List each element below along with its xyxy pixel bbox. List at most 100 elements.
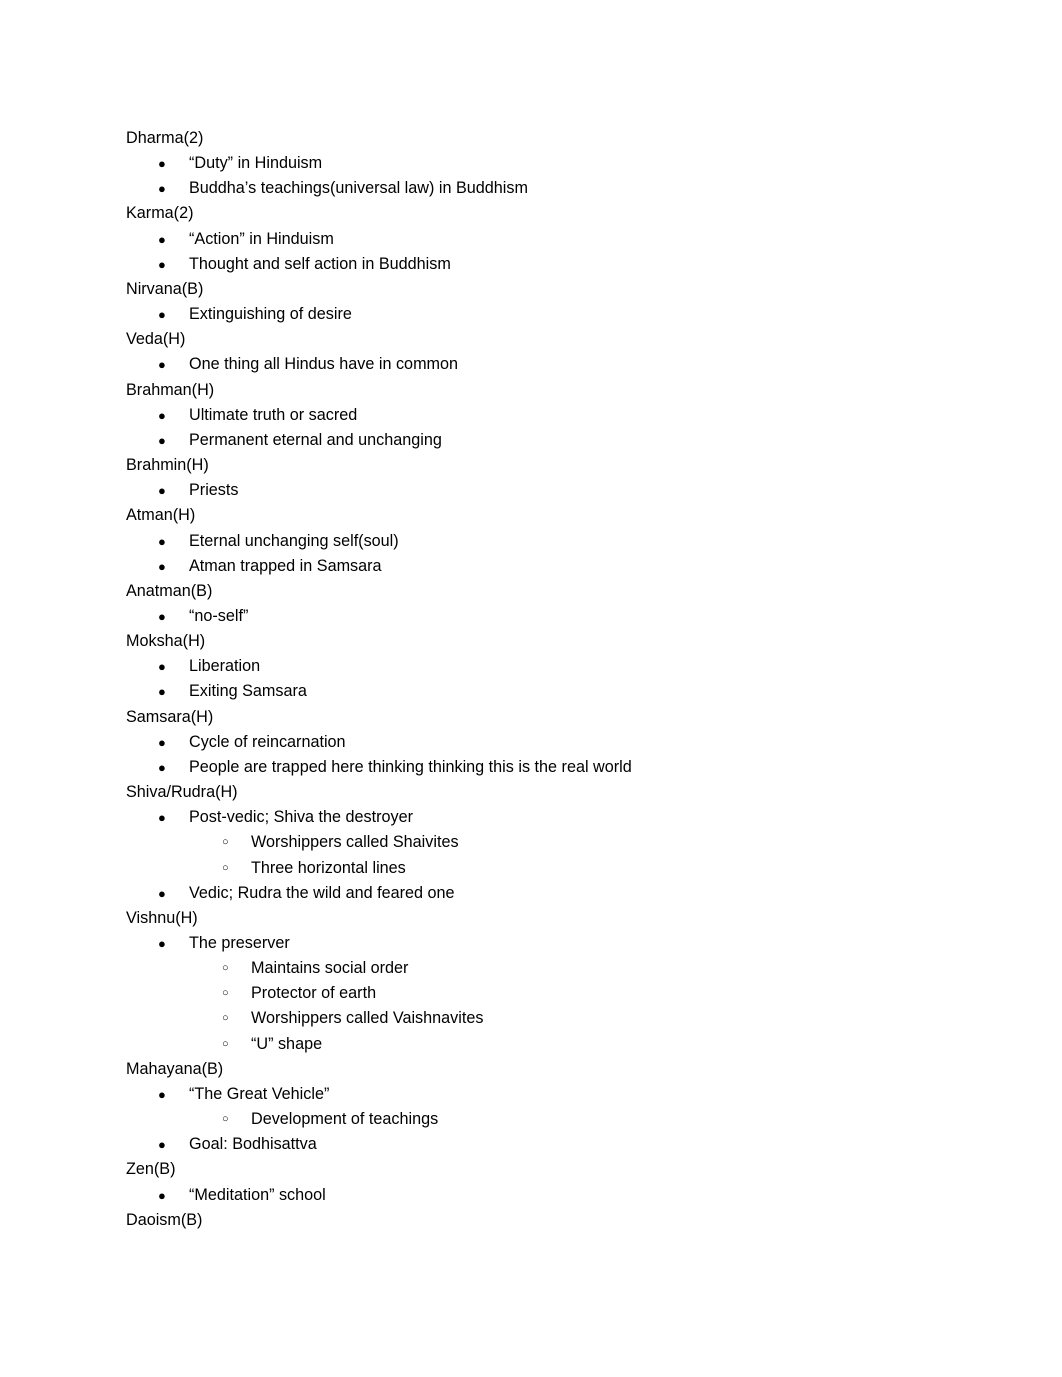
list-item-label: “no-self”: [189, 606, 249, 625]
sub-list-item-label: Protector of earth: [251, 984, 377, 1003]
term-heading: Zen(B): [126, 1160, 176, 1179]
list-item: ● Vedic; Rudra the wild and feared one: [126, 881, 966, 906]
outline-entry: Veda(H) ● One thing all Hindus have in com…: [126, 327, 966, 377]
disc-bullet-icon: ●: [158, 684, 166, 700]
list-item: ● Thought and self action in Buddhism: [126, 252, 966, 277]
sub-list-item: ○ Worshippers called Shaivites: [189, 830, 966, 855]
list-item: ● Post-vedic; Shiva the destroyer ○ Worship…: [126, 805, 966, 880]
outline-entry: Zen(B) ● “Meditation” school: [126, 1157, 966, 1207]
outline-entry: Anatman(B) ● “no-self”: [126, 579, 966, 629]
term-heading: Moksha(H): [126, 632, 206, 651]
list-item-label: Liberation: [189, 657, 261, 676]
disc-bullet-icon: ●: [158, 231, 166, 247]
notes-outline: Dharma(2) ● “Duty” in Hinduism ● Buddha’s te…: [126, 126, 966, 1233]
disc-bullet-icon: ●: [158, 936, 166, 951]
disc-bullet-icon: ●: [158, 1137, 166, 1153]
outline-entry: Karma(2) ● “Action” in Hinduism ● Thought an…: [126, 201, 966, 276]
term-heading: Nirvana(B): [126, 279, 204, 298]
sub-list-item: ○ Three horizontal lines: [189, 856, 966, 881]
list-item: ● “no-self”: [126, 604, 966, 629]
list-item-label: Post-vedic; Shiva the destroyer: [189, 808, 414, 827]
list-item: ● Eternal unchanging self(soul): [126, 529, 966, 554]
list-item-label: Thought and self action in Buddhism: [189, 254, 451, 273]
outline-entry: Atman(H) ● Eternal unchanging self(soul) ● A…: [126, 503, 966, 578]
sub-list-item-label: Worshippers called Shaivites: [251, 833, 459, 852]
sub-definition-list: ○ Worshippers called Shaivites ○ Three hori…: [189, 830, 966, 880]
definition-list: ● Ultimate truth or sacred ● Permanent eter…: [126, 403, 966, 453]
disc-bullet-icon: ●: [158, 1187, 166, 1203]
disc-bullet-icon: ●: [158, 432, 166, 448]
list-item: ● “Meditation” school: [126, 1183, 966, 1208]
list-item: ● Permanent eternal and unchanging: [126, 428, 966, 453]
disc-bullet-icon: ●: [158, 256, 166, 272]
term-heading: Vishnu(H): [126, 908, 198, 927]
definition-list: ● Liberation ● Exiting Samsara: [126, 654, 966, 704]
list-item-label: Exiting Samsara: [189, 682, 307, 701]
sub-list-item: ○ Maintains social order: [189, 956, 966, 981]
list-item: ● People are trapped here thinking thinki…: [126, 755, 966, 780]
definition-list: ● Extinguishing of desire: [126, 302, 966, 327]
disc-bullet-icon: ●: [158, 181, 166, 197]
list-item: ● Ultimate truth or sacred: [126, 403, 966, 428]
outline-entry: Samsara(H) ● Cycle of reincarnation ● People…: [126, 705, 966, 780]
list-item-label: Extinguishing of desire: [189, 305, 352, 324]
disc-bullet-icon: ●: [158, 659, 166, 675]
list-item: ● Atman trapped in Samsara: [126, 554, 966, 579]
sub-list-item: ○ “U” shape: [189, 1032, 966, 1057]
term-heading: Mahayana(B): [126, 1059, 224, 1078]
outline-entry: Moksha(H) ● Liberation ● Exiting Samsara: [126, 629, 966, 704]
list-item-label: “Duty” in Hinduism: [189, 154, 323, 173]
term-heading: Brahman(H): [126, 380, 215, 399]
list-item: ● Priests: [126, 478, 966, 503]
term-heading: Daoism(B): [126, 1210, 203, 1229]
list-item: ● “Duty” in Hinduism: [126, 151, 966, 176]
term-heading: Samsara(H): [126, 707, 214, 726]
list-item: ● “The Great Vehicle” ○ Development of teac…: [126, 1082, 966, 1132]
disc-bullet-icon: ●: [158, 734, 166, 750]
list-item-label: People are trapped here thinking thinkin…: [189, 757, 632, 776]
definition-list: ● “no-self”: [126, 604, 966, 629]
term-heading: Anatman(B): [126, 581, 213, 600]
circle-bullet-icon: ○: [222, 861, 229, 874]
list-item: ● Cycle of reincarnation: [126, 730, 966, 755]
disc-bullet-icon: ●: [158, 483, 166, 499]
list-item-label: Buddha’s teachings(universal law) in Bud…: [189, 179, 528, 198]
term-heading: Karma(2): [126, 204, 194, 223]
definition-list: ● “Action” in Hinduism ● Thought and self a…: [126, 227, 966, 277]
list-item-label: Permanent eternal and unchanging: [189, 430, 442, 449]
definition-list: ● The preserver ○ Maintains social order ○ Pr…: [126, 931, 966, 1057]
list-item: ● One thing all Hindus have in common: [126, 352, 966, 377]
list-item-label: Vedic; Rudra the wild and feared one: [189, 883, 455, 902]
definition-list: ● Cycle of reincarnation ● People are trapp…: [126, 730, 966, 780]
definition-list: ● Post-vedic; Shiva the destroyer ○ Worship…: [126, 805, 966, 906]
list-item-label: Priests: [189, 481, 239, 500]
definition-list: ● “The Great Vehicle” ○ Development of teac…: [126, 1082, 966, 1157]
disc-bullet-icon: ●: [158, 533, 166, 549]
list-item: ● Liberation: [126, 654, 966, 679]
term-heading: Veda(H): [126, 330, 186, 349]
sub-list-item: ○ Worshippers called Vaishnavites: [189, 1006, 966, 1031]
list-item-label: Atman trapped in Samsara: [189, 556, 382, 575]
term-heading: Atman(H): [126, 506, 196, 525]
disc-bullet-icon: ●: [158, 885, 166, 901]
disc-bullet-icon: ●: [158, 407, 166, 423]
list-item-label: Cycle of reincarnation: [189, 732, 346, 751]
disc-bullet-icon: ●: [158, 558, 166, 574]
sub-definition-list: ○ Maintains social order ○ Protector of ear…: [189, 956, 966, 1057]
disc-bullet-icon: ●: [158, 810, 166, 826]
definition-list: ● One thing all Hindus have in common: [126, 352, 966, 377]
outline-entry: Mahayana(B) ● “The Great Vehicle” ○ Developm…: [126, 1057, 966, 1158]
disc-bullet-icon: ●: [158, 357, 166, 373]
list-item: ● Goal: Bodhisattva: [126, 1132, 966, 1157]
list-item: ● Buddha’s teachings(universal law) in Bu…: [126, 176, 966, 201]
circle-bullet-icon: ○: [222, 1113, 229, 1126]
outline-entry: Nirvana(B) ● Extinguishing of desire: [126, 277, 966, 327]
outline-entry: Daoism(B): [126, 1208, 966, 1233]
circle-bullet-icon: ○: [222, 1012, 229, 1025]
circle-bullet-icon: ○: [222, 962, 229, 975]
disc-bullet-icon: ●: [158, 608, 166, 624]
circle-bullet-icon: ○: [222, 987, 229, 1000]
circle-bullet-icon: ○: [222, 1037, 229, 1050]
sub-list-item-label: Three horizontal lines: [251, 858, 406, 877]
sub-definition-list: ○ Development of teachings: [189, 1107, 966, 1132]
